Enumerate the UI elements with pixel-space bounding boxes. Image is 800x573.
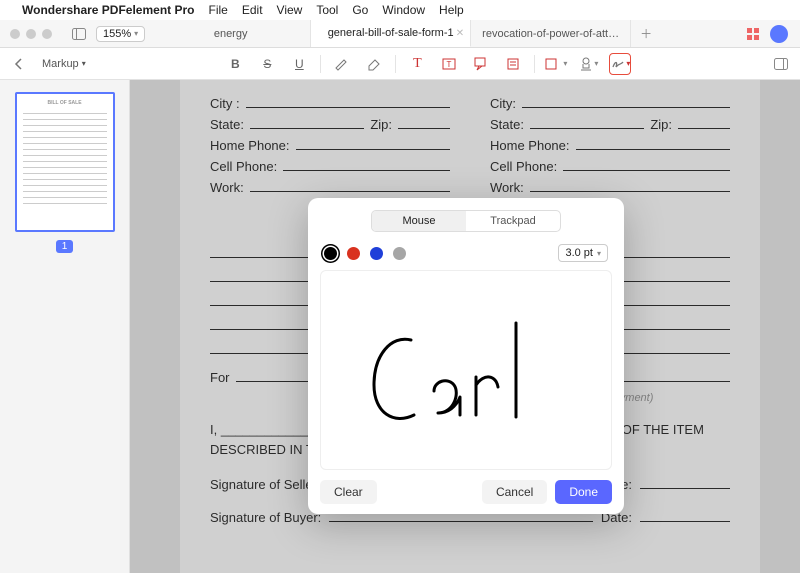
tab-revocation[interactable]: revocation-of-power-of-att…: [471, 20, 631, 47]
input-mode-segment[interactable]: Mouse Trackpad: [371, 210, 561, 232]
stroke-width-select[interactable]: 3.0 pt▾: [558, 244, 608, 262]
menu-go[interactable]: Go: [352, 3, 368, 17]
stamp-dropdown[interactable]: ▾: [577, 53, 599, 75]
text-icon[interactable]: T: [406, 53, 428, 75]
signature-canvas[interactable]: [320, 270, 612, 470]
cancel-button[interactable]: Cancel: [482, 480, 547, 504]
markup-toolbar: Markup▾ B S U T T ▾ ▾ ▾: [0, 48, 800, 80]
eraser-icon[interactable]: [363, 53, 385, 75]
shape-dropdown[interactable]: ▾: [545, 53, 567, 75]
menu-tool[interactable]: Tool: [316, 3, 338, 17]
user-avatar[interactable]: [770, 25, 788, 43]
traffic-lights[interactable]: [0, 29, 62, 39]
menu-help[interactable]: Help: [439, 3, 464, 17]
color-gray[interactable]: [393, 247, 406, 260]
modal-buttons: Clear Cancel Done: [320, 480, 612, 504]
tab-general-bill-of-sale[interactable]: general-bill-of-sale-form-1✕: [311, 20, 471, 47]
app-grid-icon[interactable]: [746, 27, 760, 41]
menu-window[interactable]: Window: [382, 3, 425, 17]
underline-icon[interactable]: U: [288, 53, 310, 75]
thumbnail-sidebar: BILL OF SALE 1: [0, 80, 130, 573]
mode-dropdown[interactable]: Markup▾: [42, 58, 86, 70]
app-name[interactable]: Wondershare PDFelement Pro: [22, 3, 195, 17]
close-tab-icon[interactable]: ✕: [456, 28, 464, 39]
segment-trackpad[interactable]: Trackpad: [466, 211, 560, 231]
segment-mouse[interactable]: Mouse: [372, 211, 466, 231]
chevron-down-icon: ▾: [134, 29, 138, 38]
note-icon[interactable]: [502, 53, 524, 75]
signature-drawing: [356, 295, 576, 445]
done-button[interactable]: Done: [555, 480, 612, 504]
strikethrough-icon[interactable]: S: [256, 53, 278, 75]
back-button[interactable]: [8, 53, 30, 75]
clear-button[interactable]: Clear: [320, 480, 377, 504]
signature-dropdown[interactable]: ▾: [609, 53, 631, 75]
zoom-level[interactable]: 155%▾: [96, 26, 145, 42]
document-tabs: energy general-bill-of-sale-form-1✕ revo…: [151, 20, 734, 47]
bold-icon[interactable]: B: [224, 53, 246, 75]
svg-text:T: T: [447, 60, 452, 69]
highlighter-icon[interactable]: [331, 53, 353, 75]
mac-menubar: Wondershare PDFelement Pro File Edit Vie…: [0, 0, 800, 20]
sidebar-toggle-icon[interactable]: [68, 23, 90, 45]
menu-edit[interactable]: Edit: [242, 3, 263, 17]
menu-file[interactable]: File: [209, 3, 228, 17]
color-row: 3.0 pt▾: [320, 242, 612, 270]
color-red[interactable]: [347, 247, 360, 260]
page-thumbnail-1[interactable]: BILL OF SALE: [15, 92, 115, 232]
new-tab-button[interactable]: ＋: [631, 20, 661, 47]
text-box-icon[interactable]: T: [438, 53, 460, 75]
callout-icon[interactable]: [470, 53, 492, 75]
page-number-badge: 1: [56, 240, 74, 253]
window-titlebar: 155%▾ energy general-bill-of-sale-form-1…: [0, 20, 800, 48]
panel-toggle-icon[interactable]: [770, 53, 792, 75]
signature-modal: Mouse Trackpad 3.0 pt▾ Clear Cancel Done: [308, 198, 624, 514]
color-blue[interactable]: [370, 247, 383, 260]
color-black[interactable]: [324, 247, 337, 260]
tab-energy[interactable]: energy: [151, 20, 311, 47]
menu-view[interactable]: View: [277, 3, 303, 17]
